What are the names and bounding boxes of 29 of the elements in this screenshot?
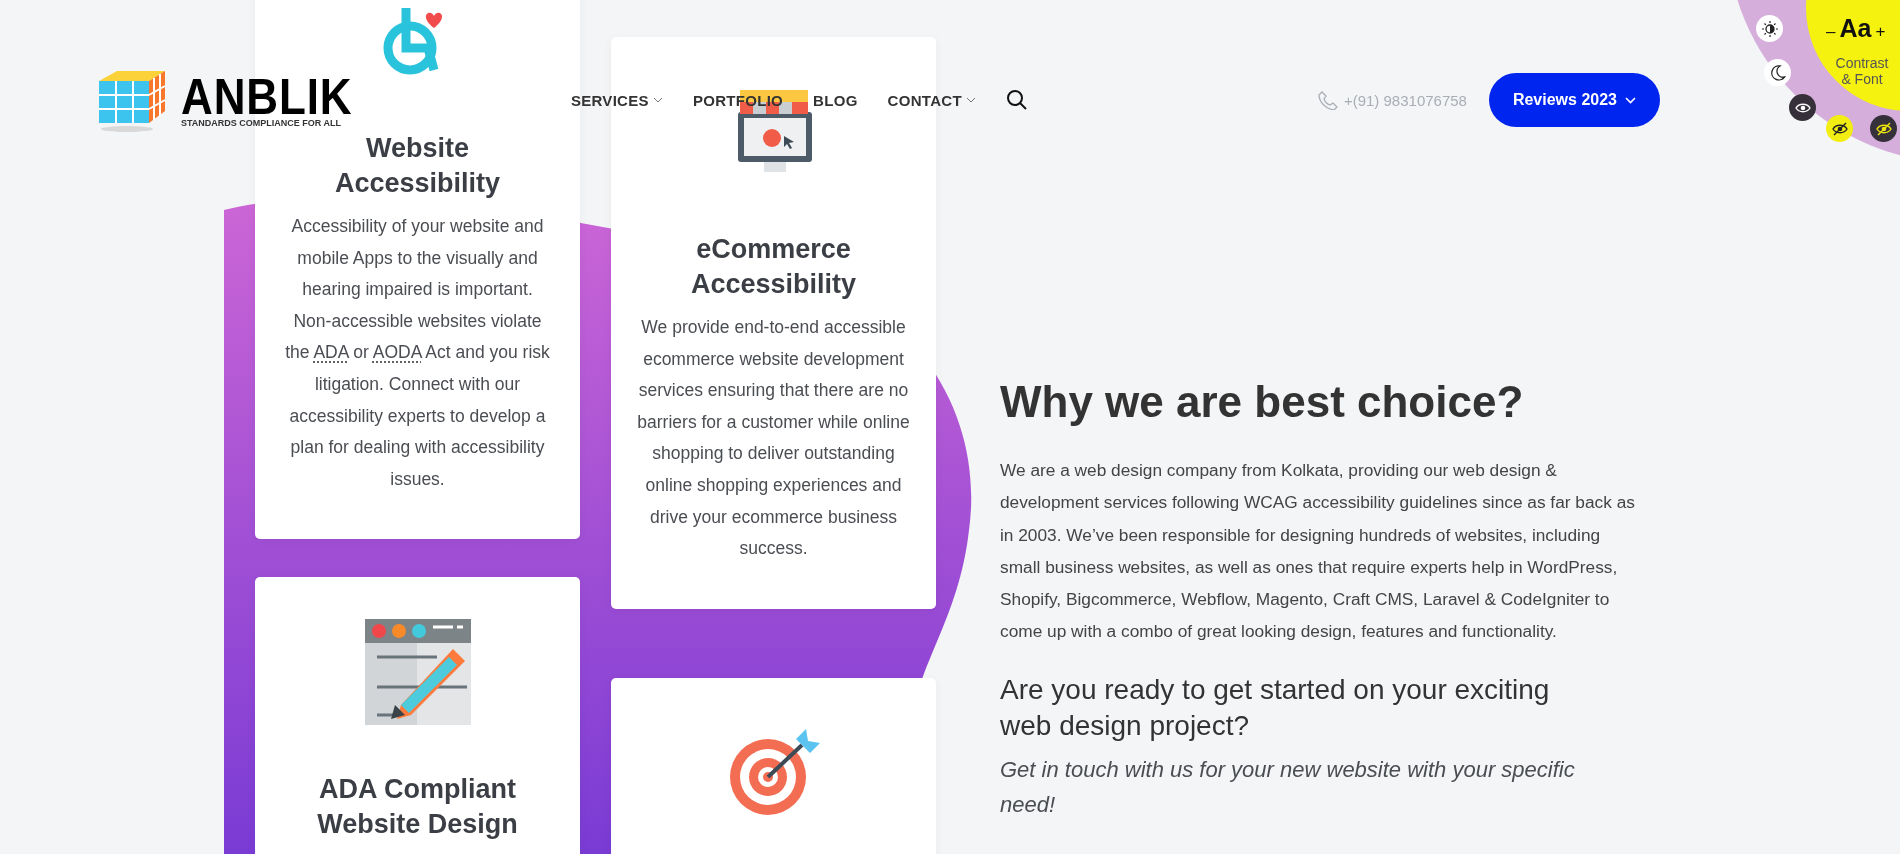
reviews-button[interactable]: Reviews 2023: [1488, 73, 1660, 127]
chevron-icon: [1625, 96, 1636, 104]
card-title: eCommerce Accessibility: [689, 233, 858, 301]
about-text: We are a web design company from Kolkata, providing our web design & development services following WCAG accessibility guidelines since as far back as in 2003. We’ve been responsible for designing hundreds of websites, including small business websites, as well as ones that require experts help in WordPress, Shopify, Bigcommerce, Webflow, Magento, Craft CMS, Laravel & CodeIgniter to come up with a combo of great looking design, features and functionality.: [1000, 459, 1636, 644]
card-text: We provide end-to-end accessible ecommerce website development services ensuring that there are no barriers for a customer while online shopping to deliver outstanding online shopping experiences and drive your ecommerce business success.: [637, 316, 910, 561]
accessibility-button[interactable]: [1764, 59, 1791, 86]
nav-link[interactable]: BLOG: [813, 91, 858, 109]
logo-tagline: STANDARDS COMPLIANCE FOR ALL: [181, 118, 342, 128]
widget-label: Contrast & Font: [1834, 55, 1890, 87]
eye-off-icon: [1830, 120, 1849, 137]
nav-link[interactable]: SERVICES: [570, 91, 663, 109]
accessibility-button[interactable]: [1826, 115, 1853, 142]
contrast-icon: [1761, 20, 1778, 37]
search-icon[interactable]: [1005, 89, 1028, 111]
card-title: Website Accessibility: [333, 132, 502, 200]
section-subheading: Are you ready to get started on your exciting web design project?: [1000, 672, 1551, 743]
pencil-document-icon: [364, 619, 471, 726]
nav-link[interactable]: CONTACT: [887, 91, 976, 109]
call-to-action-text: Get in touch with us for your new website with your specific need!: [1000, 755, 1576, 819]
card-title: ADA Compliant Website Design: [316, 773, 519, 842]
card-text: Accessibility of your website and mobile Apps to the visually and hearing impaired is important. Non-accessible websites violate the ADA or AODA Act and you risk litigation. Connect with our accessibility experts to develop a plan for dealing with accessibility issues.: [284, 215, 551, 491]
section-title: Why we are best choice?: [1000, 376, 1525, 428]
increase-font-button[interactable]: +: [1875, 22, 1886, 42]
font-sample: Aa: [1839, 14, 1872, 43]
eye-off-icon: [1874, 120, 1893, 137]
moon-icon: [1769, 64, 1786, 81]
phone-icon: [1317, 90, 1338, 110]
decrease-font-button[interactable]: –: [1826, 22, 1836, 42]
accessibility-button[interactable]: [1789, 94, 1816, 121]
